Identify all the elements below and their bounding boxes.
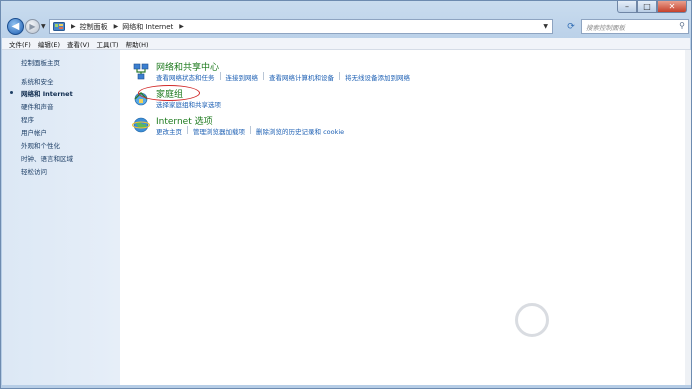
internet-options-links: 更改主页 管理浏览器加载项 删除浏览的历史记录和 cookie bbox=[156, 126, 344, 136]
homegroup-links: 选择家庭组和共享选项 bbox=[156, 99, 221, 109]
control-panel-icon bbox=[53, 21, 65, 31]
refresh-icon[interactable]: ⟳ bbox=[564, 19, 578, 34]
link-homegroup-sharing-options[interactable]: 选择家庭组和共享选项 bbox=[156, 99, 221, 109]
history-dropdown-icon[interactable]: ▼ bbox=[41, 23, 46, 30]
link-divider bbox=[219, 72, 221, 80]
breadcrumb-separator-icon: ▶ bbox=[113, 23, 119, 30]
breadcrumb-separator-icon: ▶ bbox=[71, 23, 76, 30]
menu-edit[interactable]: 编辑(E) bbox=[38, 39, 60, 49]
sidebar-item-system-security[interactable]: 系统和安全 bbox=[21, 76, 54, 86]
breadcrumb-network-internet[interactable]: 网络和 Internet bbox=[122, 22, 173, 32]
menu-help[interactable]: 帮助(H) bbox=[126, 39, 149, 49]
link-view-network-status[interactable]: 查看网络状态和任务 bbox=[156, 72, 215, 82]
link-divider bbox=[250, 126, 251, 134]
back-arrow-icon[interactable]: ◀ bbox=[7, 18, 24, 35]
link-add-wireless-device[interactable]: 将无线设备添加到网络 bbox=[345, 72, 410, 82]
sidebar-item-network-internet[interactable]: 网络和 Internet bbox=[21, 88, 73, 98]
sidebar-item-ease-of-access[interactable]: 轻松访问 bbox=[21, 166, 47, 176]
vertical-scrollbar[interactable] bbox=[685, 50, 691, 385]
menu-tools[interactable]: 工具(T) bbox=[97, 39, 119, 49]
minimize-button[interactable]: – bbox=[617, 1, 637, 13]
sidebar-item-hardware-sound[interactable]: 硬件和声音 bbox=[21, 101, 54, 111]
breadcrumb-separator-icon: ▶ bbox=[179, 23, 184, 30]
link-divider bbox=[339, 72, 340, 80]
control-panel-window: – □ ✕ ◀ ▶ ▼ ▶ 控制面板 ▶ 网络和 Internet ▶ ▼ ⟳ … bbox=[0, 0, 692, 389]
link-view-network-computers[interactable]: 查看网络计算机和设备 bbox=[269, 72, 334, 82]
menu-bar: 文件(F) 编辑(E) 查看(V) 工具(T) 帮助(H) bbox=[2, 38, 690, 50]
address-bar[interactable]: ▶ 控制面板 ▶ 网络和 Internet ▶ ▼ bbox=[49, 19, 553, 34]
breadcrumb-control-panel[interactable]: 控制面板 bbox=[80, 22, 108, 32]
menu-file[interactable]: 文件(F) bbox=[9, 39, 31, 49]
address-dropdown-icon[interactable]: ▼ bbox=[543, 23, 548, 30]
sidebar-item-user-accounts[interactable]: 用户帐户 bbox=[21, 127, 47, 137]
link-manage-addons[interactable]: 管理浏览器加载项 bbox=[193, 126, 245, 136]
sidebar-item-programs[interactable]: 程序 bbox=[21, 114, 34, 124]
sidebar-item-appearance[interactable]: 外观和个性化 bbox=[21, 140, 60, 150]
link-divider bbox=[187, 126, 188, 134]
network-sharing-links: 查看网络状态和任务 连接到网络 查看网络计算机和设备 将无线设备添加到网络 bbox=[156, 72, 410, 82]
sidebar-item-control-panel-home[interactable]: 控制面板主页 bbox=[21, 57, 60, 67]
close-button[interactable]: ✕ bbox=[657, 1, 687, 13]
link-divider bbox=[263, 72, 264, 80]
active-bullet-icon bbox=[10, 91, 13, 94]
watermark-logo bbox=[515, 303, 549, 337]
internet-options-icon[interactable] bbox=[132, 116, 150, 134]
sidebar-item-clock-language-region[interactable]: 时钟、语言和区域 bbox=[21, 153, 73, 163]
link-delete-history-cookies[interactable]: 删除浏览的历史记录和 cookie bbox=[256, 126, 344, 136]
search-input[interactable]: 搜索控制面板 ⚲ bbox=[581, 19, 689, 34]
sidebar: 控制面板主页 系统和安全 网络和 Internet 硬件和声音 程序 用户帐户 … bbox=[2, 50, 120, 385]
search-placeholder: 搜索控制面板 bbox=[586, 23, 625, 32]
search-icon[interactable]: ⚲ bbox=[679, 21, 685, 30]
network-sharing-center-icon[interactable] bbox=[132, 63, 150, 81]
window-controls: – □ ✕ bbox=[617, 1, 687, 13]
link-change-homepage[interactable]: 更改主页 bbox=[156, 126, 182, 136]
menu-view[interactable]: 查看(V) bbox=[67, 39, 90, 49]
maximize-button[interactable]: □ bbox=[637, 1, 657, 13]
link-connect-to-network[interactable]: 连接到网络 bbox=[226, 72, 259, 82]
navigation-bar: ◀ ▶ ▼ ▶ 控制面板 ▶ 网络和 Internet ▶ ▼ ⟳ 搜索控制面板… bbox=[5, 17, 689, 37]
forward-arrow-icon[interactable]: ▶ bbox=[25, 19, 40, 34]
